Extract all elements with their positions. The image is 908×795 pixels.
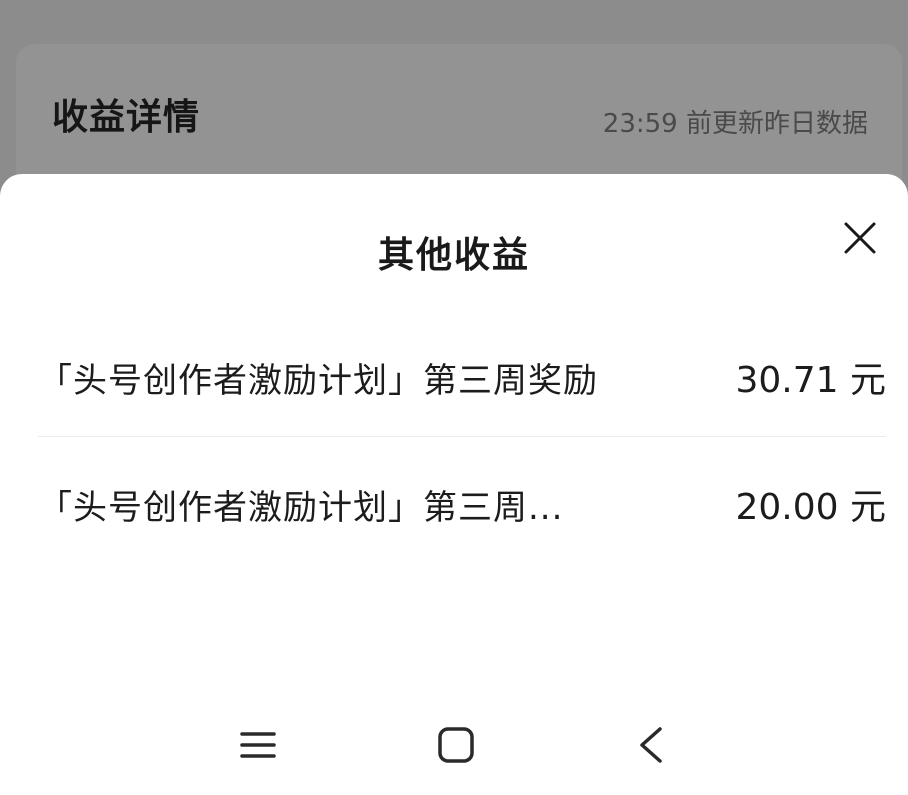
back-icon bbox=[640, 727, 662, 763]
home-button[interactable] bbox=[432, 721, 480, 769]
screen: 收益详情 23:59 前更新昨日数据 其他收益 「头号创作者激励计划」第三周奖励… bbox=[0, 0, 908, 795]
back-button[interactable] bbox=[628, 721, 676, 769]
close-button[interactable] bbox=[840, 218, 880, 258]
system-nav-bar bbox=[0, 685, 908, 795]
home-icon bbox=[438, 727, 474, 763]
list-item[interactable]: 「头号创作者激励计划」第三周奖励 30.71 元 bbox=[38, 329, 886, 425]
close-icon bbox=[844, 222, 876, 254]
earning-label: 「头号创作者激励计划」第三周奖励 bbox=[38, 360, 598, 401]
recents-button[interactable] bbox=[234, 721, 282, 769]
earning-amount: 20.00 元 bbox=[735, 487, 886, 528]
update-note: 23:59 前更新昨日数据 bbox=[602, 109, 868, 139]
list-item[interactable]: 「头号创作者激励计划」第三周... 20.00 元 bbox=[38, 456, 886, 552]
menu-icon bbox=[240, 732, 276, 758]
other-earnings-sheet: 其他收益 「头号创作者激励计划」第三周奖励 30.71 元 「头号创作者激励计划… bbox=[0, 174, 908, 795]
earning-amount: 30.71 元 bbox=[735, 360, 886, 401]
page-title: 收益详情 bbox=[52, 97, 201, 138]
divider bbox=[38, 436, 886, 437]
earning-label: 「头号创作者激励计划」第三周... bbox=[38, 487, 564, 528]
sheet-title: 其他收益 bbox=[377, 235, 530, 276]
